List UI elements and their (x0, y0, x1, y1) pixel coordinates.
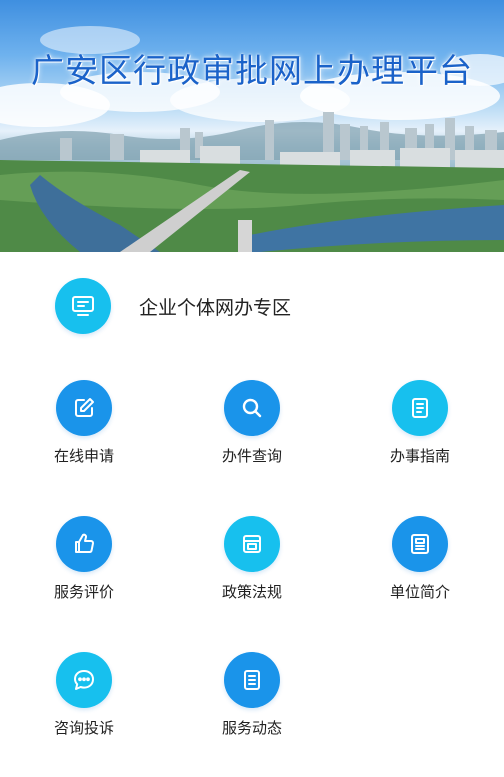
thumbs-up-icon (56, 516, 112, 572)
profile-card-icon (392, 516, 448, 572)
service-online-apply[interactable]: 在线申请 (24, 380, 144, 466)
city-skyline-image (0, 26, 504, 252)
policy-icon (224, 516, 280, 572)
service-case-query[interactable]: 办件查询 (192, 380, 312, 466)
service-policy[interactable]: 政策法规 (192, 516, 312, 602)
service-label: 服务动态 (221, 719, 282, 737)
service-label: 咨询投诉 (53, 719, 114, 737)
service-consult-complaint[interactable]: 咨询投诉 (24, 652, 144, 738)
service-label: 服务评价 (53, 583, 114, 601)
monitor-icon (55, 278, 111, 334)
service-label: 单位简介 (389, 583, 450, 601)
enterprise-zone-label: 企业个体网办专区 (139, 296, 292, 319)
service-label: 在线申请 (53, 447, 114, 465)
service-evaluation[interactable]: 服务评价 (24, 516, 144, 602)
enterprise-zone-entry[interactable]: 企业个体网办专区 (55, 278, 291, 334)
service-unit-profile[interactable]: 单位简介 (360, 516, 480, 602)
banner-title: 广安区行政审批网上办理平台 (31, 51, 473, 90)
news-doc-icon (224, 652, 280, 708)
guide-book-icon (392, 380, 448, 436)
service-label: 办事指南 (389, 447, 450, 465)
banner: 广安区行政审批网上办理平台 (0, 0, 504, 252)
chat-bubble-icon (56, 652, 112, 708)
search-icon (224, 380, 280, 436)
service-guide[interactable]: 办事指南 (360, 380, 480, 466)
service-label: 政策法规 (221, 583, 282, 601)
edit-icon (56, 380, 112, 436)
service-news[interactable]: 服务动态 (192, 652, 312, 738)
service-label: 办件查询 (221, 447, 282, 465)
